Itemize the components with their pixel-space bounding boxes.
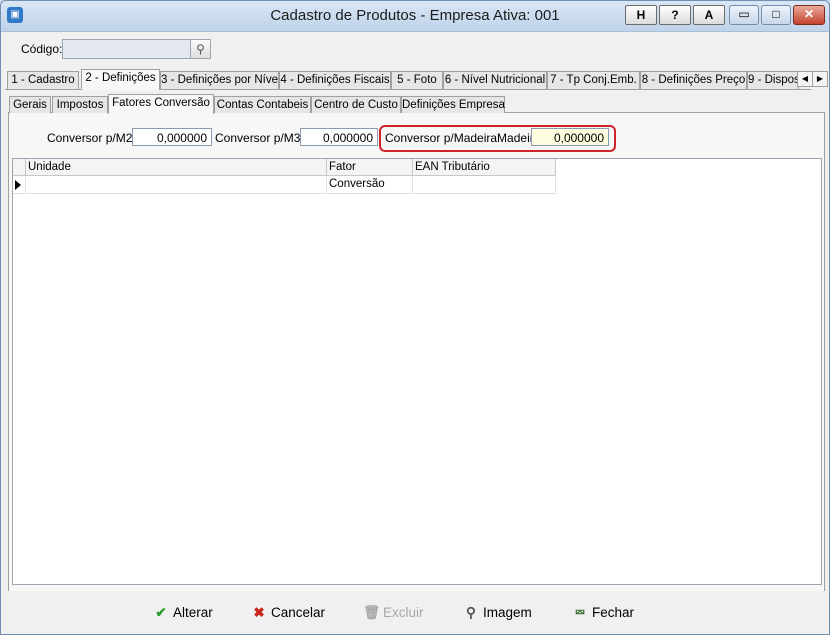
conversor-m2-input[interactable]: 0,000000 [132, 128, 212, 146]
maximize-icon: □ [772, 7, 780, 21]
search-icon: ⚲ [196, 42, 205, 56]
main-tab-bar: 1 - Cadastro 2 - Definições 3 - Definiçõ… [5, 69, 811, 90]
conversor-m3-label: Conversor p/M3: [215, 131, 304, 145]
magnifier-icon: ⚲ [466, 605, 476, 620]
grid-header-ean-tributario[interactable]: EAN Tributário [413, 159, 556, 176]
cancelar-label: Cancelar [271, 605, 326, 620]
tab-tp-conj-emb[interactable]: 7 - Tp Conj.Emb. [547, 71, 640, 89]
conversor-madeira-input[interactable]: 0,000000 [531, 128, 609, 146]
grid-cell-fator-conversao[interactable] [327, 177, 413, 194]
checkmark-icon: ✔ [155, 605, 167, 620]
conversor-madeira-label: Conversor p/MadeiraMadeira: [385, 131, 544, 145]
subtab-gerais[interactable]: Gerais [9, 96, 51, 113]
fechar-button[interactable]: ⮹ Fechar [572, 603, 634, 623]
tab-definicoes-fiscais[interactable]: 4 - Definições Fiscais [279, 71, 391, 89]
alterar-button[interactable]: ✔ Alterar [153, 603, 213, 623]
help-question-button[interactable]: ? [659, 5, 691, 25]
subtab-centro-de-custo[interactable]: Centro de Custo [311, 96, 401, 113]
tab-scroll-right-button[interactable]: ▶ [812, 71, 828, 87]
minimize-button[interactable]: ▭ [729, 5, 759, 25]
conversor-m2-label: Conversor p/M2: [47, 131, 136, 145]
fechar-label: Fechar [592, 605, 635, 620]
grid-cell-ean-tributario[interactable] [413, 177, 556, 194]
conversion-grid[interactable]: Unidade Fator Conversão EAN Tributário [12, 158, 822, 585]
sub-tab-bar: Gerais Impostos Fatores Conversão Contas… [9, 94, 819, 114]
codigo-input[interactable] [62, 39, 192, 59]
alterar-label: Alterar [173, 605, 213, 620]
tab-definicoes-por-nivel[interactable]: 3 - Definições por Nível [160, 71, 279, 89]
tab-dispos[interactable]: 9 - Dispos [747, 71, 799, 89]
help-h-button[interactable]: H [625, 5, 657, 25]
tab-foto[interactable]: 5 - Foto [391, 71, 443, 89]
tab-scroll-left-button[interactable]: ◀ [797, 71, 813, 87]
minimize-icon: ▭ [738, 7, 750, 21]
grid-row-indicator-cell [13, 177, 26, 194]
help-a-button[interactable]: A [693, 5, 725, 25]
title-bar: ▣ Cadastro de Produtos - Empresa Ativa: … [1, 1, 829, 32]
subtab-fatores-conversao[interactable]: Fatores Conversão [108, 94, 214, 114]
tab-nivel-nutricional[interactable]: 6 - Nível Nutricional [443, 71, 547, 89]
exit-door-icon: ⮹ [574, 605, 586, 620]
maximize-button[interactable]: □ [761, 5, 791, 25]
close-button[interactable]: ✕ [793, 5, 825, 25]
conversor-m3-input[interactable]: 0,000000 [300, 128, 378, 146]
trash-icon: 🗑 [363, 605, 381, 620]
imagem-button[interactable]: ⚲ Imagem [463, 603, 532, 623]
subtab-contas-contabeis[interactable]: Contas Contabeis [214, 96, 311, 113]
codigo-label: Código: [21, 42, 63, 56]
subtab-definicoes-empresa[interactable]: Definições Empresa [401, 96, 505, 113]
imagem-label: Imagem [483, 605, 532, 620]
excluir-button[interactable]: 🗑 Excluir [363, 603, 424, 623]
arrow-left-icon: ◀ [801, 74, 809, 83]
grid-indicator-header [13, 159, 26, 176]
subtab-impostos[interactable]: Impostos [52, 96, 108, 113]
tab-cadastro[interactable]: 1 - Cadastro [7, 71, 79, 89]
cancel-x-icon: ✖ [253, 605, 265, 620]
grid-header-unidade[interactable]: Unidade [26, 159, 327, 176]
footer-toolbar: ✔ Alterar ✖ Cancelar 🗑 Excluir ⚲ Imagem ⮹ Fec… [1, 591, 829, 634]
arrow-right-icon: ▶ [816, 74, 824, 83]
product-registration-window: ▣ Cadastro de Produtos - Empresa Ativa: … [0, 0, 830, 635]
codigo-search-button[interactable]: ⚲ [190, 39, 211, 59]
tab-definicoes-preco[interactable]: 8 - Definições Preço [640, 71, 747, 89]
cancelar-button[interactable]: ✖ Cancelar [251, 603, 325, 623]
grid-cell-unidade[interactable] [26, 177, 327, 194]
tab-definicoes[interactable]: 2 - Definições [81, 69, 160, 90]
grid-header-fator-conversao[interactable]: Fator Conversão [327, 159, 413, 190]
excluir-label: Excluir [383, 605, 424, 620]
close-icon: ✕ [803, 7, 815, 21]
